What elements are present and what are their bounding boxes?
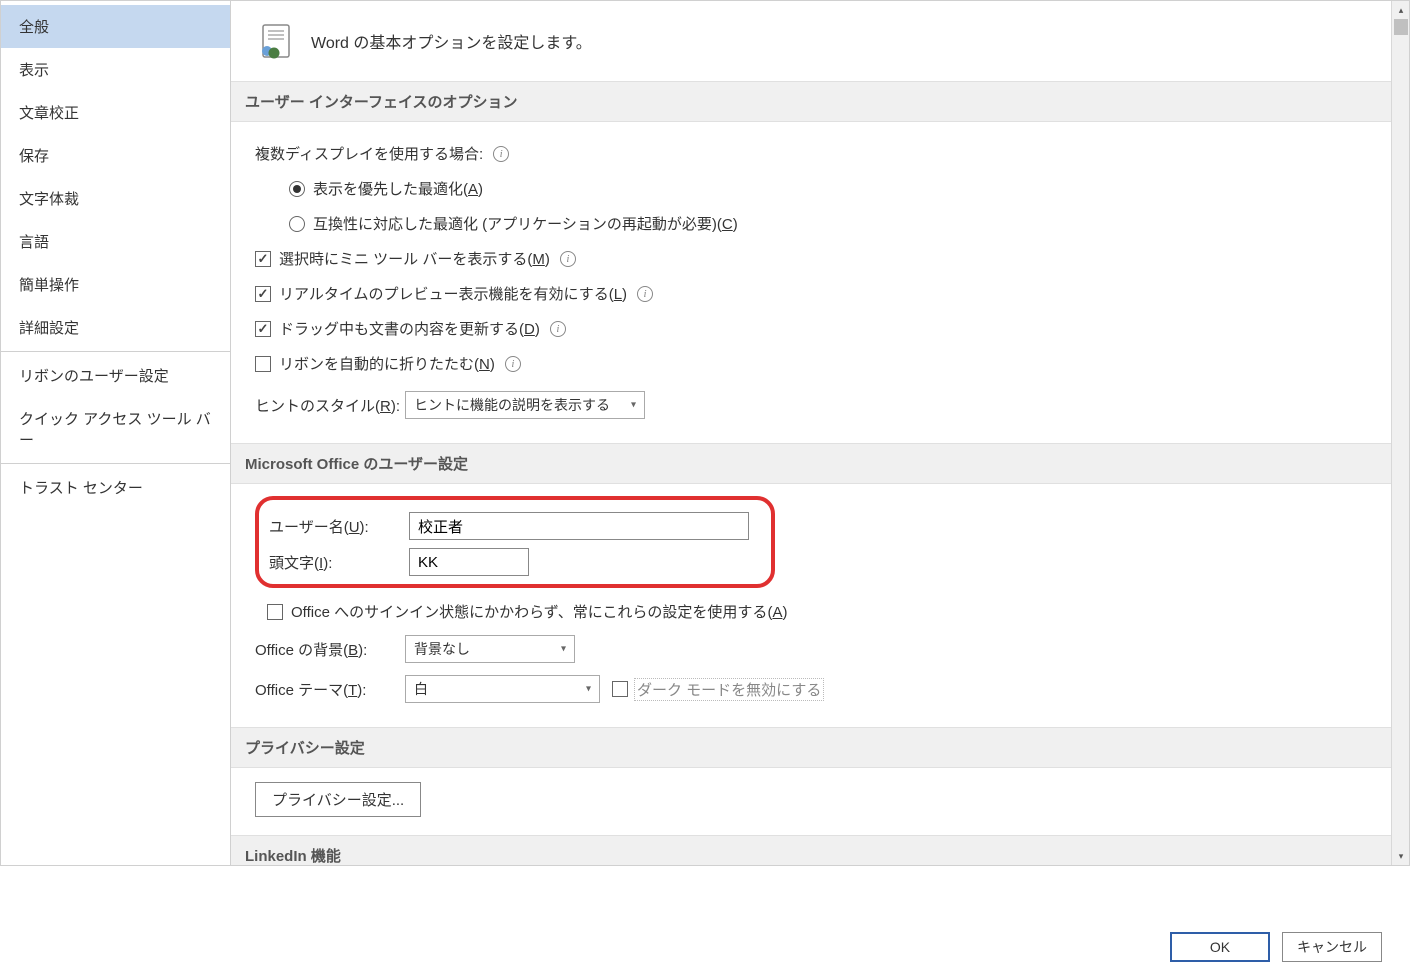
- office-theme-select[interactable]: 白: [405, 675, 600, 703]
- sidebar-item-language[interactable]: 言語: [1, 220, 230, 263]
- sidebar-item-trust-center[interactable]: トラスト センター: [1, 466, 230, 509]
- sidebar-divider: [1, 351, 230, 352]
- checkbox-mini-toolbar[interactable]: [255, 251, 271, 267]
- sidebar-label: トラスト センター: [19, 480, 143, 497]
- sidebar-item-proofing[interactable]: 文章校正: [1, 91, 230, 134]
- checkbox-label: Office へのサインイン状態にかかわらず、常にこれらの設定を使用する(A): [291, 601, 787, 622]
- sidebar-label: リボンのユーザー設定: [19, 368, 169, 385]
- sidebar-item-save[interactable]: 保存: [1, 134, 230, 177]
- highlighted-user-fields: ユーザー名(U): 頭文字(I):: [255, 496, 775, 588]
- button-label: キャンセル: [1297, 937, 1367, 957]
- section-header-privacy: プライバシー設定: [231, 727, 1391, 768]
- info-icon[interactable]: i: [637, 286, 653, 302]
- checkbox-live-preview[interactable]: [255, 286, 271, 302]
- sidebar-label: 簡単操作: [19, 277, 79, 294]
- ok-button[interactable]: OK: [1170, 932, 1270, 962]
- section-header-ui: ユーザー インターフェイスのオプション: [231, 81, 1391, 122]
- button-label: プライバシー設定...: [272, 792, 404, 809]
- page-title: Word の基本オプションを設定します。: [311, 29, 592, 53]
- sidebar-item-typography[interactable]: 文字体裁: [1, 177, 230, 220]
- checkbox-collapse-ribbon[interactable]: [255, 356, 271, 372]
- radio-optimize-display[interactable]: [289, 181, 305, 197]
- sidebar-item-qat[interactable]: クイック アクセス ツール バー: [1, 397, 230, 461]
- select-value: ヒントに機能の説明を表示する: [414, 395, 610, 415]
- scroll-thumb[interactable]: [1394, 19, 1408, 35]
- general-options-icon: [257, 21, 297, 61]
- dialog-footer: OK キャンセル: [1170, 932, 1382, 962]
- username-label: ユーザー名(U):: [269, 516, 409, 537]
- office-background-label: Office の背景(B):: [255, 639, 405, 660]
- section-header-linkedin: LinkedIn 機能: [231, 835, 1391, 865]
- cancel-button[interactable]: キャンセル: [1282, 932, 1382, 962]
- sidebar-item-customize-ribbon[interactable]: リボンのユーザー設定: [1, 354, 230, 397]
- checkbox-label: ドラッグ中も文書の内容を更新する(D): [279, 318, 540, 339]
- info-icon[interactable]: i: [505, 356, 521, 372]
- page-header: Word の基本オプションを設定します。: [231, 1, 1409, 81]
- initials-label: 頭文字(I):: [269, 552, 409, 573]
- select-value: 白: [414, 679, 428, 699]
- info-icon[interactable]: i: [560, 251, 576, 267]
- scroll-up-icon[interactable]: ▴: [1392, 1, 1409, 19]
- sidebar-label: 言語: [19, 234, 49, 251]
- checkbox-always-use-settings[interactable]: [267, 604, 283, 620]
- vertical-scrollbar[interactable]: ▴ ▾: [1391, 1, 1409, 865]
- office-theme-label: Office テーマ(T):: [255, 679, 405, 700]
- sidebar-item-general[interactable]: 全般: [1, 5, 230, 48]
- hint-style-select[interactable]: ヒントに機能の説明を表示する: [405, 391, 645, 419]
- sidebar-item-ease-of-access[interactable]: 簡単操作: [1, 263, 230, 306]
- office-background-select[interactable]: 背景なし: [405, 635, 575, 663]
- hint-style-label: ヒントのスタイル(R):: [255, 395, 405, 416]
- radio-label: 互換性に対応した最適化 (アプリケーションの再起動が必要)(C): [313, 213, 738, 234]
- checkbox-label: リアルタイムのプレビュー表示機能を有効にする(L): [279, 283, 627, 304]
- privacy-settings-button[interactable]: プライバシー設定...: [255, 782, 421, 817]
- checkbox-drag-update[interactable]: [255, 321, 271, 337]
- username-input[interactable]: [409, 512, 749, 540]
- scroll-down-icon[interactable]: ▾: [1392, 847, 1409, 865]
- checkbox-disable-dark-mode[interactable]: [612, 681, 628, 697]
- sidebar-label: 表示: [19, 62, 49, 79]
- radio-label: 表示を優先した最適化(A): [313, 178, 483, 199]
- multi-display-label: 複数ディスプレイを使用する場合:: [255, 143, 483, 164]
- sidebar-item-display[interactable]: 表示: [1, 48, 230, 91]
- initials-input[interactable]: [409, 548, 529, 576]
- darkmode-label: ダーク モードを無効にする: [634, 678, 824, 701]
- options-sidebar: 全般 表示 文章校正 保存 文字体裁 言語 簡単操作 詳細設定 リボンのユーザー…: [1, 1, 231, 865]
- sidebar-label: 文章校正: [19, 105, 79, 122]
- radio-optimize-compat[interactable]: [289, 216, 305, 232]
- checkbox-label: 選択時にミニ ツール バーを表示する(M): [279, 248, 550, 269]
- info-icon[interactable]: i: [493, 146, 509, 162]
- sidebar-label: 全般: [19, 19, 49, 36]
- sidebar-label: クイック アクセス ツール バー: [19, 411, 211, 449]
- sidebar-divider: [1, 463, 230, 464]
- button-label: OK: [1210, 939, 1230, 955]
- sidebar-label: 保存: [19, 148, 49, 165]
- sidebar-item-advanced[interactable]: 詳細設定: [1, 306, 230, 349]
- section-header-user: Microsoft Office のユーザー設定: [231, 443, 1391, 484]
- checkbox-label: リボンを自動的に折りたたむ(N): [279, 353, 495, 374]
- info-icon[interactable]: i: [550, 321, 566, 337]
- sidebar-label: 文字体裁: [19, 191, 79, 208]
- sidebar-label: 詳細設定: [19, 320, 79, 337]
- select-value: 背景なし: [414, 639, 470, 659]
- options-content: Word の基本オプションを設定します。 ユーザー インターフェイスのオプション…: [231, 1, 1409, 865]
